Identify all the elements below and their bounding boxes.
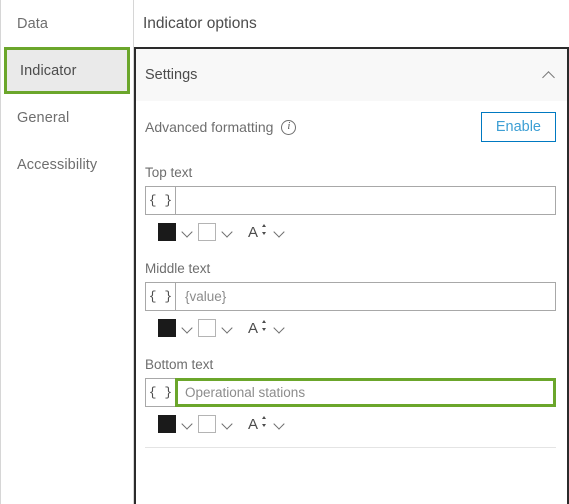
background-color-swatch-icon[interactable]: [198, 319, 216, 337]
font-size-chevron-down-icon[interactable]: [268, 223, 290, 241]
sidebar-item-indicator[interactable]: Indicator: [4, 47, 130, 94]
font-size-arrows-icon: [261, 416, 267, 427]
panel-body: Settings Advanced formatting i Enable To…: [134, 47, 569, 504]
text-color-swatch-icon[interactable]: [158, 319, 176, 337]
font-size-glyph: A: [248, 223, 259, 241]
font-size-chevron-down-icon[interactable]: [268, 415, 290, 433]
font-size-chevron-down-icon[interactable]: [268, 319, 290, 337]
sidebar-item-label: Accessibility: [17, 156, 98, 173]
font-size-icon[interactable]: A: [248, 223, 268, 241]
sidebar-item-label: General: [17, 109, 70, 126]
top-text-input[interactable]: [175, 186, 556, 215]
advanced-formatting-left: Advanced formatting i: [145, 119, 297, 135]
bottom-text-label: Bottom text: [145, 357, 214, 372]
sidebar-item-general[interactable]: General: [1, 94, 133, 141]
background-color-swatch-icon[interactable]: [198, 415, 216, 433]
background-color-chevron-down-icon[interactable]: [216, 223, 238, 241]
top-text-format-row: A: [145, 215, 556, 249]
indicator-options-window: Data Indicator General Accessibility Ind…: [0, 0, 569, 504]
advanced-formatting-row: Advanced formatting i Enable: [136, 101, 567, 153]
panel-header: Indicator options: [134, 0, 569, 47]
chevron-up-icon[interactable]: [542, 70, 556, 80]
font-size-icon[interactable]: A: [248, 319, 268, 337]
section-divider: [145, 447, 556, 448]
sidebar-item-data[interactable]: Data: [1, 0, 133, 47]
middle-text-input[interactable]: [175, 282, 556, 311]
bottom-text-format-row: A: [145, 407, 556, 441]
top-text-expression-button[interactable]: { }: [145, 186, 175, 215]
top-text-input-row: { }: [145, 186, 556, 215]
font-size-icon[interactable]: A: [248, 415, 268, 433]
text-color-chevron-down-icon[interactable]: [176, 319, 198, 337]
enable-advanced-formatting-button[interactable]: Enable: [480, 111, 556, 143]
bottom-text-input[interactable]: [175, 378, 556, 407]
text-color-chevron-down-icon[interactable]: [176, 415, 198, 433]
settings-sidebar: Data Indicator General Accessibility: [0, 0, 133, 504]
page-title: Indicator options: [143, 14, 257, 32]
font-size-glyph: A: [248, 415, 259, 433]
middle-text-group: Middle text { } A: [136, 261, 567, 345]
text-color-chevron-down-icon[interactable]: [176, 223, 198, 241]
background-color-chevron-down-icon[interactable]: [216, 319, 238, 337]
bottom-text-input-row: { }: [145, 378, 556, 407]
background-color-chevron-down-icon[interactable]: [216, 415, 238, 433]
info-icon[interactable]: i: [281, 119, 297, 135]
advanced-formatting-label: Advanced formatting: [145, 119, 274, 135]
font-size-arrows-icon: [261, 224, 267, 235]
sidebar-item-label: Data: [17, 15, 49, 32]
middle-text-expression-button[interactable]: { }: [145, 282, 175, 311]
top-text-group: Top text { } A: [136, 165, 567, 249]
middle-text-input-row: { }: [145, 282, 556, 311]
text-color-swatch-icon[interactable]: [158, 415, 176, 433]
settings-card: Settings Advanced formatting i Enable To…: [134, 47, 569, 504]
font-size-glyph: A: [248, 319, 259, 337]
middle-text-label: Middle text: [145, 261, 211, 276]
bottom-text-expression-button[interactable]: { }: [145, 378, 175, 407]
font-size-arrows-icon: [261, 320, 267, 331]
bottom-text-group: Bottom text { } A: [136, 357, 567, 441]
settings-section-header[interactable]: Settings: [136, 49, 567, 101]
indicator-options-panel: Indicator options Settings Advanced form…: [133, 0, 569, 504]
text-color-swatch-icon[interactable]: [158, 223, 176, 241]
sidebar-item-label: Indicator: [20, 62, 77, 79]
sidebar-item-accessibility[interactable]: Accessibility: [1, 141, 133, 188]
middle-text-format-row: A: [145, 311, 556, 345]
settings-section-title: Settings: [145, 67, 198, 83]
top-text-label: Top text: [145, 165, 193, 180]
background-color-swatch-icon[interactable]: [198, 223, 216, 241]
